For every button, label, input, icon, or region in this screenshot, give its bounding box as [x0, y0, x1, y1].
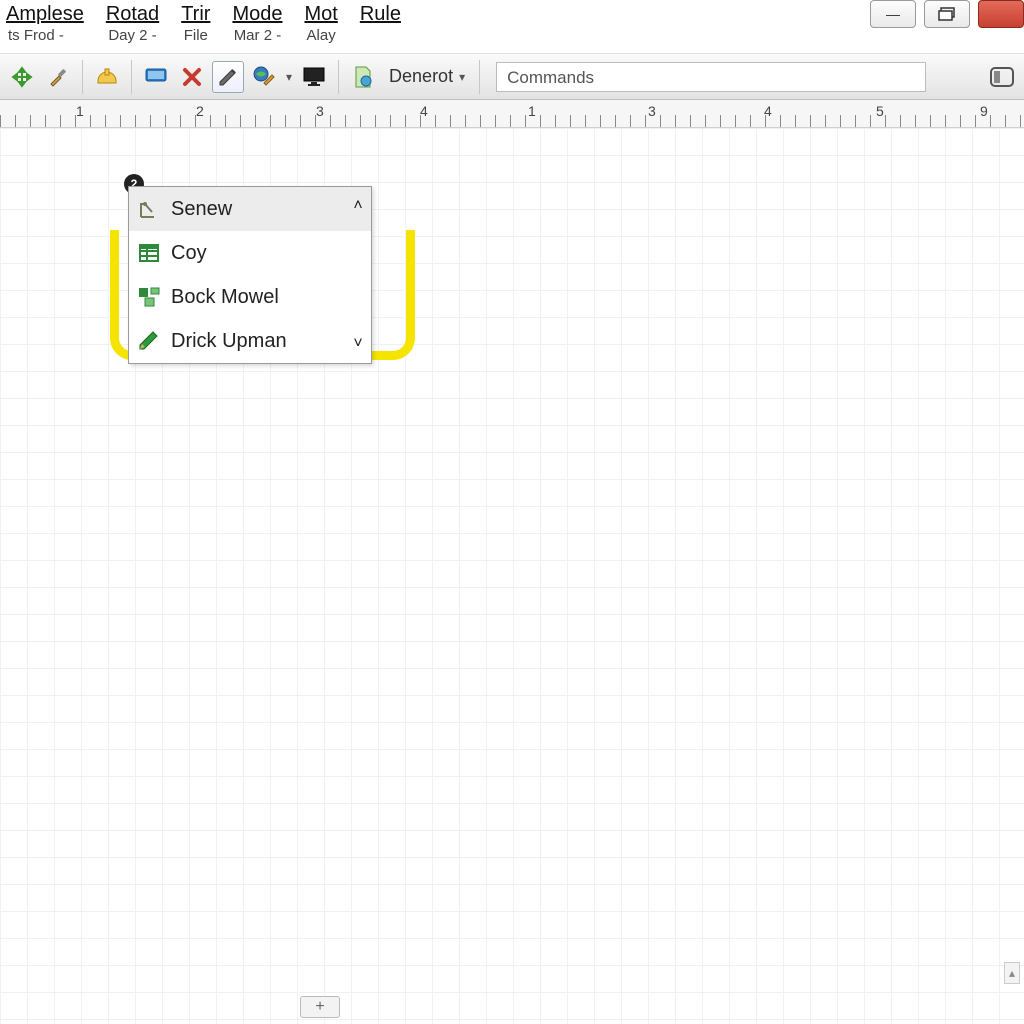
- menu-sub-label: File: [184, 26, 208, 46]
- toolbar-separator: [82, 60, 83, 94]
- pencil-icon: [217, 66, 239, 88]
- menu-sub-label: Mar 2: [234, 26, 282, 46]
- document-tool[interactable]: [347, 61, 379, 93]
- toolbar-separator: [338, 60, 339, 94]
- menu-bar: Amplese ts Frod Rotad Day 2 Trir File Mo…: [0, 0, 1024, 54]
- table-icon: [137, 241, 161, 265]
- menu-label: Mot: [304, 2, 337, 26]
- menu-rule[interactable]: Rule: [360, 2, 401, 26]
- horizontal-ruler: 1 2 3 4 1 3 4 5 9 // generated via CSS r…: [0, 100, 1024, 128]
- monitor-tool[interactable]: [298, 61, 330, 93]
- menu-mot[interactable]: Mot Alay: [304, 2, 337, 46]
- panel-item-coy[interactable]: Coy: [129, 231, 371, 275]
- screen-icon: [144, 67, 168, 87]
- restore-button[interactable]: [924, 0, 970, 28]
- autocomplete-panel: 2 Senew Coy Bock Mowel: [128, 186, 372, 364]
- toolbar: ▾ Denerot ▾ Commands: [0, 54, 1024, 100]
- panel-item-label: Coy: [171, 242, 207, 265]
- panel-item-label: Senew: [171, 198, 232, 221]
- panel-scrollbar[interactable]: ˄ ˅: [345, 187, 371, 363]
- commands-placeholder: Commands: [507, 68, 594, 87]
- window-controls: —: [870, 0, 1024, 28]
- shapes-icon: [137, 285, 161, 309]
- dropdown-caret-icon[interactable]: ▾: [286, 70, 292, 84]
- screwdriver-icon: [47, 66, 69, 88]
- chevron-down-icon: ▾: [459, 70, 465, 84]
- pencil-icon: [137, 329, 161, 353]
- screen-tool[interactable]: [140, 61, 172, 93]
- panel-toggle-button[interactable]: [986, 61, 1018, 93]
- monitor-icon: [302, 66, 326, 88]
- menu-label: Rule: [360, 2, 401, 26]
- menu-sub-label: Day 2: [108, 26, 156, 46]
- globe-pencil-icon: [252, 65, 276, 89]
- menu-label: Amplese: [6, 2, 84, 26]
- menu-sub-label: Alay: [307, 26, 336, 46]
- minimize-icon: —: [886, 6, 900, 22]
- x-icon: [181, 66, 203, 88]
- panel-item-senew[interactable]: Senew: [129, 187, 371, 231]
- side-scroll-button[interactable]: ▴: [1004, 962, 1020, 984]
- menu-sub-label: ts Frod: [6, 26, 84, 46]
- menu-label: Rotad: [106, 2, 159, 26]
- drawing-canvas[interactable]: 2 Senew Coy Bock Mowel: [0, 128, 1024, 1024]
- scroll-down-icon[interactable]: ˅: [353, 335, 362, 353]
- denerot-label: Denerot: [389, 66, 453, 87]
- edit-tool[interactable]: [212, 61, 244, 93]
- minimize-button[interactable]: —: [870, 0, 916, 28]
- menu-trir[interactable]: Trir File: [181, 2, 210, 46]
- panel-item-label: Bock Mowel: [171, 286, 279, 309]
- toolbar-separator: [131, 60, 132, 94]
- delete-tool[interactable]: [176, 61, 208, 93]
- add-sheet-button[interactable]: +: [300, 996, 340, 1018]
- toolbar-separator: [479, 60, 480, 94]
- panel-item-label: Drick Upman: [171, 330, 287, 353]
- menu-label: Trir: [181, 2, 210, 26]
- panel-list: Senew Coy Bock Mowel Drick Upman: [128, 186, 372, 364]
- screwdriver-tool[interactable]: [42, 61, 74, 93]
- scroll-up-icon[interactable]: ˄: [353, 197, 362, 215]
- restore-icon: [938, 7, 956, 21]
- close-button[interactable]: [978, 0, 1024, 28]
- menu-mode[interactable]: Mode Mar 2: [232, 2, 282, 46]
- commands-input[interactable]: Commands: [496, 62, 926, 92]
- document-icon: [352, 65, 374, 89]
- menu-label: Mode: [232, 2, 282, 26]
- measure-icon: [137, 197, 161, 221]
- helmet-icon: [95, 65, 119, 89]
- panel-item-bock-mowel[interactable]: Bock Mowel: [129, 275, 371, 319]
- panel-icon: [990, 67, 1014, 87]
- ruler-ticks: [0, 115, 1024, 127]
- helmet-tool[interactable]: [91, 61, 123, 93]
- denerot-dropdown[interactable]: Denerot ▾: [383, 66, 471, 87]
- move-icon: [11, 66, 33, 88]
- move-tool[interactable]: [6, 61, 38, 93]
- panel-item-drick-upman[interactable]: Drick Upman: [129, 319, 371, 363]
- menu-rotad[interactable]: Rotad Day 2: [106, 2, 159, 46]
- globe-pencil-tool[interactable]: [248, 61, 280, 93]
- menu-amplese[interactable]: Amplese ts Frod: [6, 2, 84, 46]
